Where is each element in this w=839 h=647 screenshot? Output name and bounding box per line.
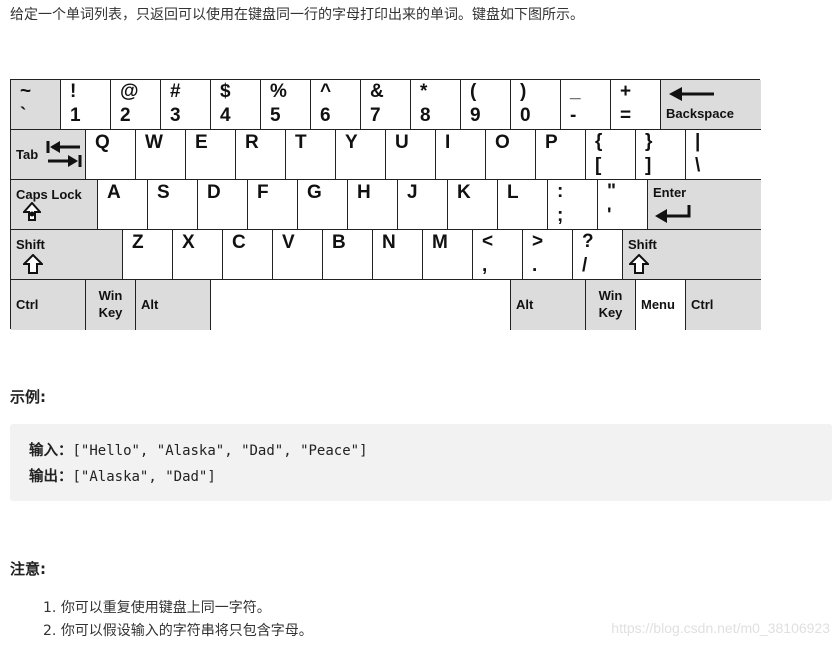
- key-semicolon: :;: [548, 180, 598, 230]
- key-s: S: [148, 180, 198, 230]
- key-2: @2: [111, 80, 161, 130]
- caps-lock-arrow-icon: [23, 202, 41, 221]
- input-label: 输入: [29, 443, 58, 459]
- key-slash: ? /: [573, 230, 623, 280]
- key-n: N: [373, 230, 423, 280]
- key-w: W: [136, 130, 186, 180]
- key-1: ! 1: [61, 80, 111, 130]
- key-menu: Menu: [636, 280, 686, 330]
- example-code-block: 输入：["Hello", "Alaska", "Dad", "Peace"] 输…: [10, 424, 832, 501]
- problem-description: 给定一个单词列表，只返回可以使用在键盘同一行的字母打印出来的单词。键盘如下图所示…: [10, 7, 584, 23]
- key-u: U: [386, 130, 436, 180]
- key-left-ctrl: Ctrl: [11, 280, 86, 330]
- key-right-win: Win Key: [586, 280, 636, 330]
- key-period: >.: [523, 230, 573, 280]
- key-space: [211, 280, 511, 330]
- key-backslash: | \: [686, 130, 761, 180]
- key-right-bracket: }]: [636, 130, 686, 180]
- key-4: $4: [211, 80, 261, 130]
- key-minus: _ -: [561, 80, 611, 130]
- key-r: R: [236, 130, 286, 180]
- key-c: C: [223, 230, 273, 280]
- key-caps-lock: Caps Lock: [11, 180, 98, 230]
- key-d: D: [198, 180, 248, 230]
- key-7: & 7: [361, 80, 411, 130]
- key-v: V: [273, 230, 323, 280]
- key-o: O: [486, 130, 536, 180]
- key-y: Y: [336, 130, 386, 180]
- notes-title: 注意:: [10, 560, 46, 578]
- key-right-shift: Shift: [623, 230, 761, 280]
- key-g: G: [298, 180, 348, 230]
- key-x: X: [173, 230, 223, 280]
- key-k: K: [448, 180, 498, 230]
- key-comma: <,: [473, 230, 523, 280]
- example-input-line: 输入：["Hello", "Alaska", "Dad", "Peace"]: [29, 439, 368, 460]
- keyboard-row-numbers: ~ ` ! 1 @2 #3 $4 % 5 ^ 6 & 7 * 8 (9 ) 0 _ - + = B…: [11, 80, 761, 130]
- key-enter: Enter: [648, 180, 761, 230]
- tab-arrows-icon: [46, 141, 82, 167]
- shift-arrow-icon: [23, 254, 43, 274]
- notes-list: 1. 你可以重复使用键盘上同一字符。 2. 你可以假设输入的字符串将只包含字母。: [43, 597, 313, 643]
- key-left-alt: Alt: [136, 280, 211, 330]
- keyboard-row-modifiers: Ctrl Win Key Alt Alt Win Key Menu Ctrl: [11, 280, 761, 330]
- key-8: * 8: [411, 80, 461, 130]
- key-right-ctrl: Ctrl: [686, 280, 761, 330]
- list-item: 1. 你可以重复使用键盘上同一字符。: [43, 600, 271, 616]
- key-h: H: [348, 180, 398, 230]
- key-quote: " ': [598, 180, 648, 230]
- key-5: % 5: [261, 80, 311, 130]
- key-0: ) 0: [511, 80, 561, 130]
- key-a: A: [98, 180, 148, 230]
- keyboard-row-qwerty: Tab Q W E R T Y U I O P {[ }] | \: [11, 130, 761, 180]
- output-separator: ：: [58, 469, 73, 485]
- key-left-bracket: {[: [586, 130, 636, 180]
- output-label: 输出: [29, 469, 58, 485]
- key-m: M: [423, 230, 473, 280]
- key-left-win: Win Key: [86, 280, 136, 330]
- key-j: J: [398, 180, 448, 230]
- keyboard-row-bottom-letters: Shift Z X C V B N M <, >. ? / Shift: [11, 230, 761, 280]
- example-output-line: 输出：["Alaska", "Dad"]: [29, 465, 216, 486]
- key-f: F: [248, 180, 298, 230]
- shift-arrow-icon: [629, 254, 649, 274]
- key-i: I: [436, 130, 486, 180]
- key-3: #3: [161, 80, 211, 130]
- input-separator: ：: [58, 443, 73, 459]
- key-l: L: [498, 180, 548, 230]
- list-item: 2. 你可以假设输入的字符串将只包含字母。: [43, 623, 313, 639]
- key-equals: + =: [611, 80, 661, 130]
- key-9: (9: [461, 80, 511, 130]
- enter-arrow-icon: [655, 205, 691, 223]
- key-e: E: [186, 130, 236, 180]
- keyboard-row-home: Caps Lock A S D F G H J K L :; " ' Enter: [11, 180, 761, 230]
- key-left-shift: Shift: [11, 230, 123, 280]
- key-p: P: [536, 130, 586, 180]
- key-6: ^ 6: [311, 80, 361, 130]
- key-right-alt: Alt: [511, 280, 586, 330]
- watermark: https://blog.csdn.net/m0_38106923: [611, 620, 830, 636]
- key-tilde: ~ `: [11, 80, 61, 130]
- output-value: ["Alaska", "Dad"]: [72, 469, 216, 485]
- example-title: 示例:: [10, 388, 46, 406]
- key-b: B: [323, 230, 373, 280]
- key-backspace: Backspace: [661, 80, 761, 130]
- key-tab: Tab: [11, 130, 86, 180]
- arrow-left-icon: [669, 87, 714, 101]
- key-t: T: [286, 130, 336, 180]
- input-value: ["Hello", "Alaska", "Dad", "Peace"]: [72, 443, 368, 459]
- key-q: Q: [86, 130, 136, 180]
- key-z: Z: [123, 230, 173, 280]
- keyboard-diagram: ~ ` ! 1 @2 #3 $4 % 5 ^ 6 & 7 * 8 (9 ) 0 _ - + = B…: [10, 79, 761, 330]
